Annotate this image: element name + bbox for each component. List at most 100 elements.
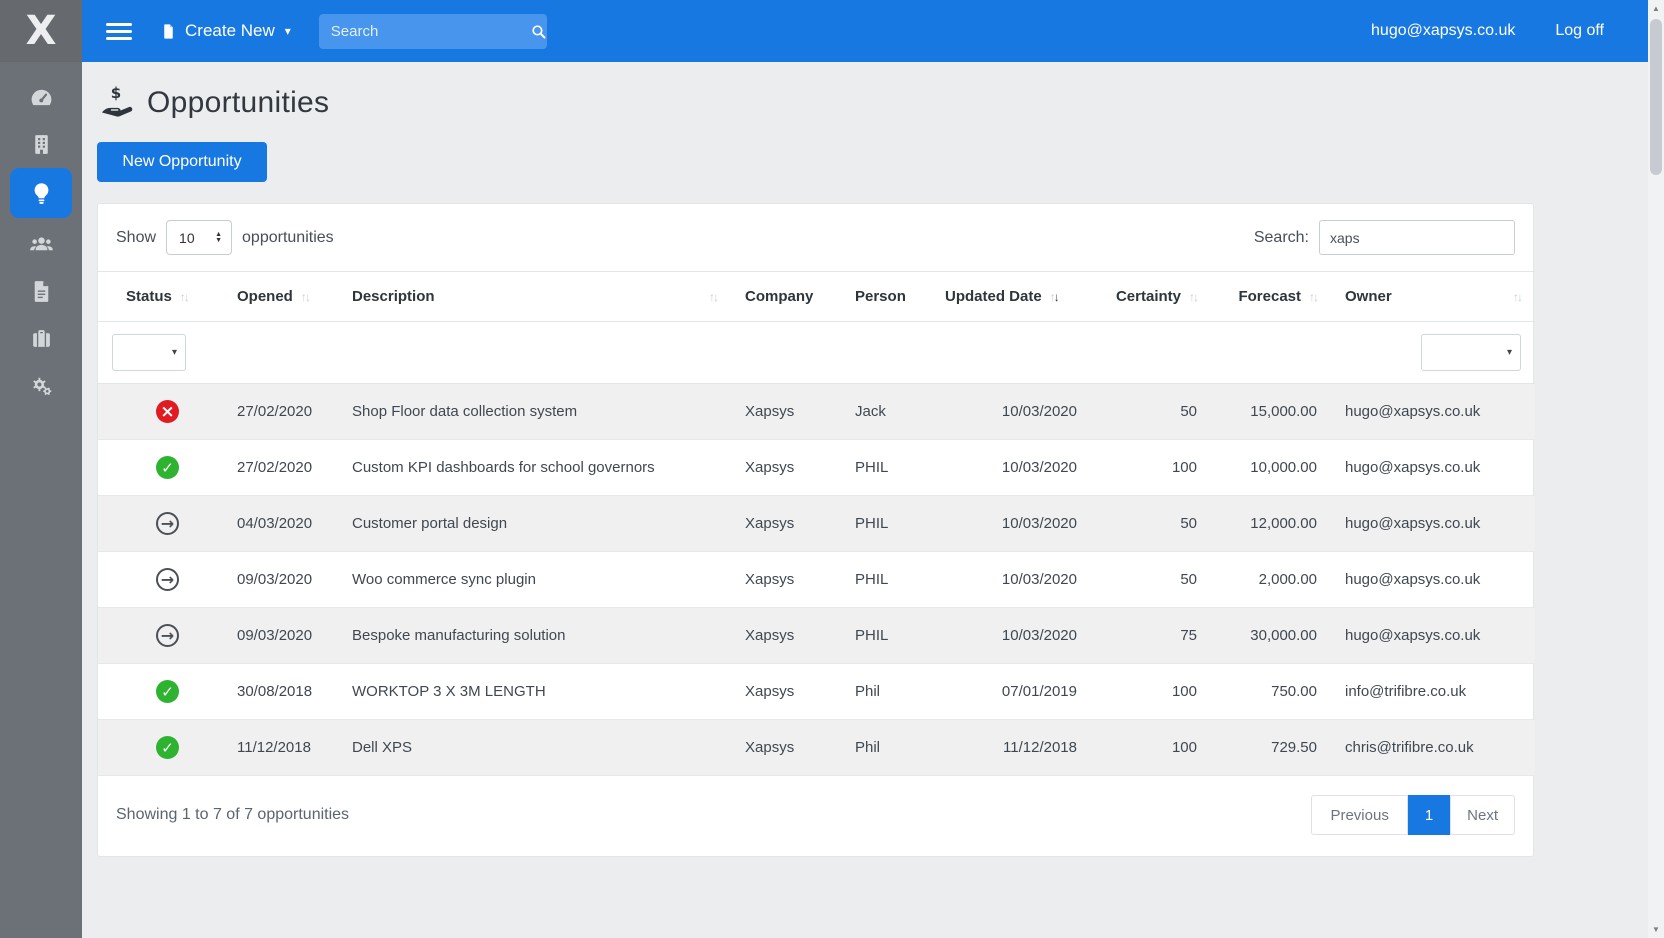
sort-icon: ↑↓ (1050, 290, 1058, 304)
sidebar-item-contacts[interactable] (10, 221, 72, 268)
cell-status: → (98, 496, 223, 552)
svg-text:$: $ (111, 84, 121, 102)
cell-owner: hugo@xapsys.co.uk (1331, 496, 1535, 552)
cell-certainty: 100 (1091, 440, 1211, 496)
cell-company: Xapsys (731, 440, 841, 496)
cell-forecast: 15,000.00 (1211, 384, 1331, 440)
cell-owner: hugo@xapsys.co.uk (1331, 384, 1535, 440)
cell-opened: 30/08/2018 (223, 664, 338, 720)
search-icon[interactable] (530, 23, 547, 40)
sidebar-item-companies[interactable] (10, 121, 72, 168)
table-summary: Showing 1 to 7 of 7 opportunities (116, 806, 349, 824)
app-logo[interactable]: X (0, 0, 82, 62)
cell-description: Customer portal design (338, 496, 731, 552)
cell-description: Bespoke manufacturing solution (338, 608, 731, 664)
filter-cell-company (731, 322, 841, 384)
opportunity-row[interactable]: →04/03/2020Customer portal designXapsysP… (98, 496, 1535, 552)
cell-status: ✓ (98, 720, 223, 776)
column-header-certainty[interactable]: Certainty↑↓ (1091, 272, 1211, 322)
column-header-status[interactable]: Status↑↓ (98, 272, 223, 322)
filter-cell-status: ▾ (98, 322, 223, 384)
opportunity-row[interactable]: ✓30/08/2018WORKTOP 3 X 3M LENGTHXapsysPh… (98, 664, 1535, 720)
cell-certainty: 75 (1091, 608, 1211, 664)
sidebar-item-documents[interactable] (10, 268, 72, 315)
cell-forecast: 750.00 (1211, 664, 1331, 720)
cell-forecast: 2,000.00 (1211, 552, 1331, 608)
cell-forecast: 12,000.00 (1211, 496, 1331, 552)
cell-opened: 09/03/2020 (223, 552, 338, 608)
pagination: Previous 1 Next (1311, 795, 1515, 835)
status-in-progress-icon: → (156, 624, 179, 647)
cell-forecast: 10,000.00 (1211, 440, 1331, 496)
sort-icon: ↑↓ (1189, 290, 1197, 304)
user-email-link[interactable]: hugo@xapsys.co.uk (1371, 22, 1515, 40)
page-title: Opportunities (147, 86, 329, 120)
file-icon (29, 279, 54, 304)
sort-icon: ↑↓ (301, 290, 309, 304)
status-lost-icon: × (156, 400, 179, 423)
new-opportunity-button[interactable]: New Opportunity (97, 142, 267, 182)
logoff-link[interactable]: Log off (1555, 22, 1604, 40)
owner-filter-select[interactable]: ▾ (1421, 334, 1521, 371)
opportunity-row[interactable]: ✓11/12/2018Dell XPSXapsysPhil11/12/20181… (98, 720, 1535, 776)
sidebar-item-dashboard[interactable] (10, 74, 72, 121)
sidebar-item-opportunities[interactable] (10, 168, 72, 218)
cell-company: Xapsys (731, 552, 841, 608)
cell-certainty: 100 (1091, 664, 1211, 720)
scroll-up-arrow[interactable]: ▲ (1648, 0, 1664, 17)
scrollbar-thumb[interactable] (1650, 19, 1662, 175)
opportunity-row[interactable]: ✓27/02/2020Custom KPI dashboards for sch… (98, 440, 1535, 496)
cell-person: Phil (841, 664, 931, 720)
cell-person: PHIL (841, 552, 931, 608)
briefcase-icon (29, 326, 54, 351)
status-won-icon: ✓ (156, 680, 179, 703)
opportunity-row[interactable]: →09/03/2020Bespoke manufacturing solutio… (98, 608, 1535, 664)
cell-opened: 04/03/2020 (223, 496, 338, 552)
table-header-row: Status↑↓Opened↑↓Description↑↓CompanyPers… (98, 272, 1535, 322)
sidebar-item-projects[interactable] (10, 315, 72, 362)
column-header-forecast[interactable]: Forecast↑↓ (1211, 272, 1331, 322)
cell-opened: 11/12/2018 (223, 720, 338, 776)
sidebar-item-settings[interactable] (10, 362, 72, 409)
cell-status: × (98, 384, 223, 440)
cell-forecast: 30,000.00 (1211, 608, 1331, 664)
scrollbar[interactable]: ▲ ▼ (1648, 0, 1664, 938)
building-icon (29, 132, 54, 157)
menu-toggle-icon[interactable] (106, 23, 132, 40)
status-in-progress-icon: → (156, 512, 179, 535)
status-filter-select[interactable]: ▾ (112, 334, 186, 371)
filter-cell-person (841, 322, 931, 384)
column-header-owner[interactable]: Owner↑↓ (1331, 272, 1535, 322)
cell-person: PHIL (841, 496, 931, 552)
hand-holding-dollar-icon: $ (97, 84, 137, 122)
opportunity-row[interactable]: ×27/02/2020Shop Floor data collection sy… (98, 384, 1535, 440)
opportunity-row[interactable]: →09/03/2020Woo commerce sync pluginXapsy… (98, 552, 1535, 608)
column-header-description[interactable]: Description↑↓ (338, 272, 731, 322)
filter-cell-forecast (1211, 322, 1331, 384)
column-header-updated[interactable]: Updated Date↑↓ (931, 272, 1091, 322)
pagination-next[interactable]: Next (1450, 795, 1515, 835)
cell-certainty: 50 (1091, 384, 1211, 440)
global-search-input[interactable] (331, 23, 530, 40)
chevron-down-icon: ▾ (1507, 347, 1512, 358)
create-new-button[interactable]: Create New ▾ (160, 21, 291, 41)
cell-company: Xapsys (731, 664, 841, 720)
cell-opened: 27/02/2020 (223, 440, 338, 496)
cell-description: Woo commerce sync plugin (338, 552, 731, 608)
cell-updated: 10/03/2020 (931, 552, 1091, 608)
cell-certainty: 100 (1091, 720, 1211, 776)
page-length-select[interactable]: 10 ▲▼ (166, 220, 232, 255)
column-header-opened[interactable]: Opened↑↓ (223, 272, 338, 322)
lightbulb-icon (29, 181, 54, 206)
filter-cell-owner: ▾ (1331, 322, 1535, 384)
cell-owner: hugo@xapsys.co.uk (1331, 440, 1535, 496)
filter-cell-opened (223, 322, 338, 384)
pagination-page-1[interactable]: 1 (1408, 795, 1450, 835)
table-search-input[interactable] (1319, 220, 1515, 255)
sort-icon: ↑↓ (1513, 290, 1521, 304)
pagination-previous[interactable]: Previous (1311, 795, 1407, 835)
scroll-down-arrow[interactable]: ▼ (1648, 921, 1664, 938)
chevron-down-icon: ▾ (172, 347, 177, 358)
new-document-icon (160, 22, 177, 41)
gauge-icon (29, 85, 54, 110)
